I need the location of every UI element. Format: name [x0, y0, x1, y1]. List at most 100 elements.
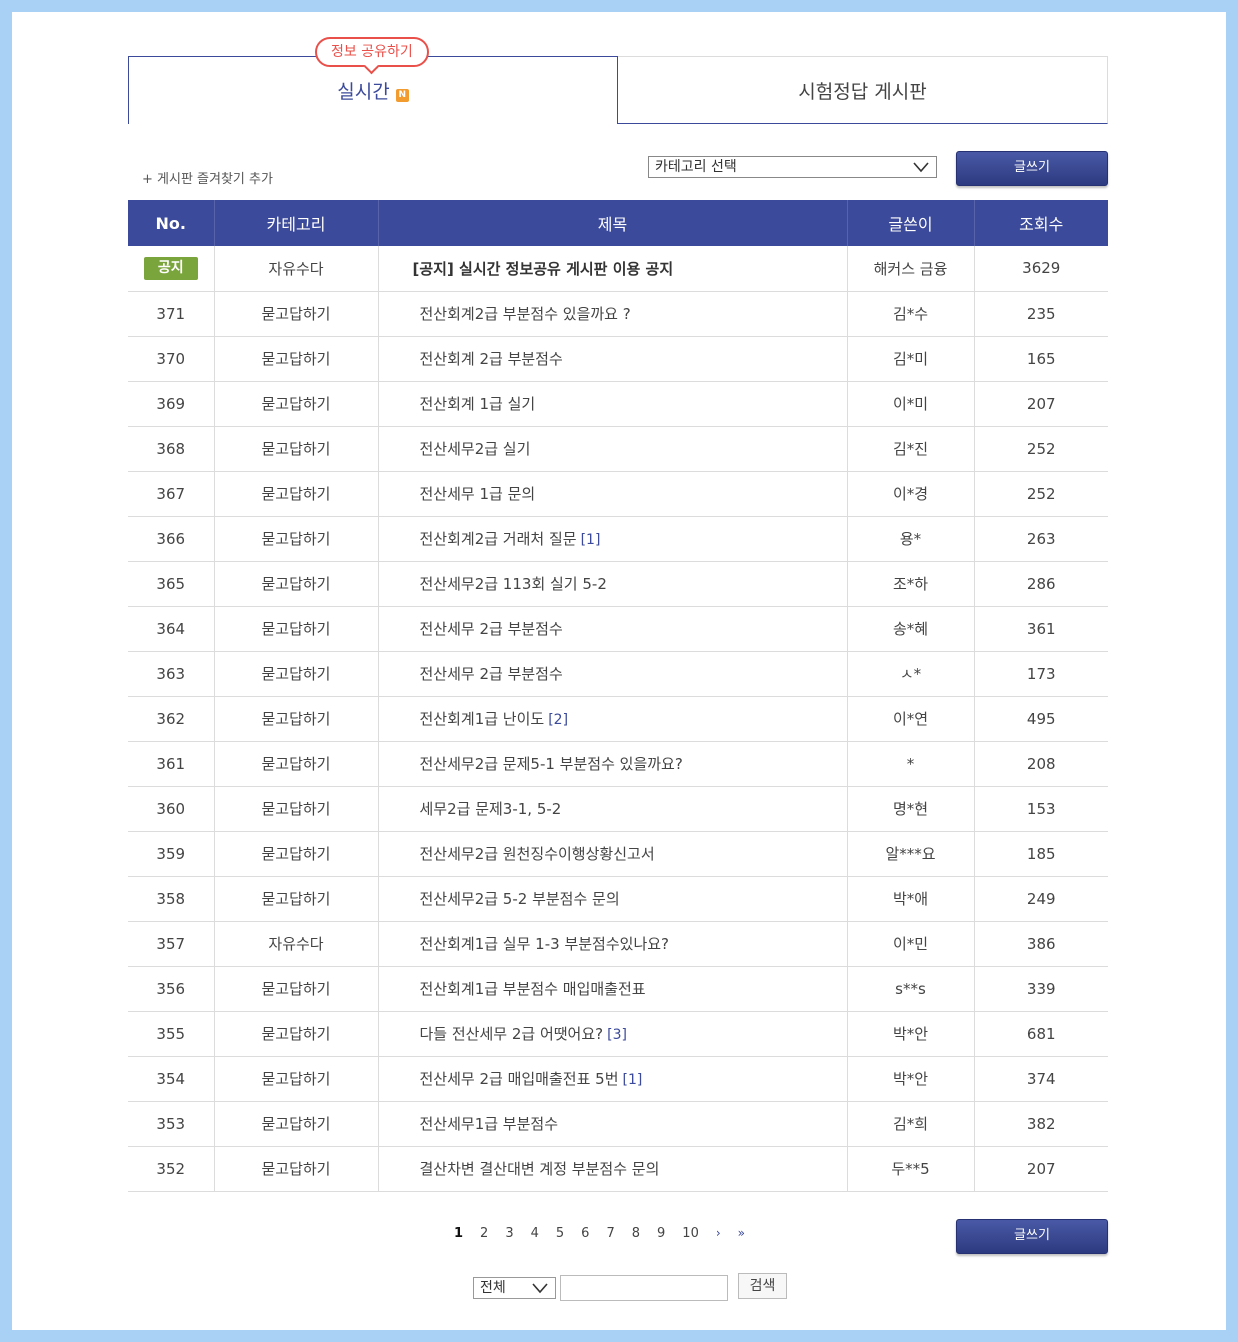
row-no: 368 [128, 426, 214, 472]
row-title-link[interactable]: 전산세무2급 113회 실기 5-2 [377, 561, 847, 607]
row-views: 252 [973, 426, 1108, 472]
table-row[interactable]: 370 묻고답하기 전산회계 2급 부분점수 김*미 165 [128, 336, 1108, 382]
table-row[interactable]: 354 묻고답하기 전산세무 2급 매입매출전표 5번 [1] 박*안 374 [128, 1056, 1108, 1102]
table-row[interactable]: 369 묻고답하기 전산회계 1급 실기 이*미 207 [128, 381, 1108, 427]
row-no: 365 [128, 561, 214, 607]
row-title-link[interactable]: 전산회계1급 난이도 [2] [377, 696, 847, 742]
tab-exam-answers[interactable]: 시험정답 게시판 [618, 56, 1108, 124]
row-category: 묻고답하기 [213, 831, 378, 877]
pagination: 1 2 3 4 5 6 7 8 9 10 › » [454, 1226, 762, 1241]
search-scope-select[interactable]: 전체 [473, 1277, 556, 1299]
row-views: 173 [973, 651, 1108, 697]
row-title-link[interactable]: 전산회계1급 실무 1-3 부분점수있나요? [377, 921, 847, 967]
table-row[interactable]: 359 묻고답하기 전산세무2급 원천징수이행상황신고서 알***요 185 [128, 831, 1108, 877]
table-row[interactable]: 367 묻고답하기 전산세무 1급 문의 이*경 252 [128, 471, 1108, 517]
row-author: 용* [846, 516, 974, 562]
tab-realtime[interactable]: 실시간 N 정보 공유하기 [128, 37, 618, 124]
table-row[interactable]: 368 묻고답하기 전산세무2급 실기 김*진 252 [128, 426, 1108, 472]
row-views: 165 [973, 336, 1108, 382]
reply-count: [1] [580, 532, 601, 548]
next-page-icon[interactable]: › [716, 1226, 721, 1240]
new-badge: N [395, 89, 409, 102]
row-title-text: 전산세무2급 문제5-1 부분점수 있을까요? [419, 755, 683, 773]
row-title-link[interactable]: 전산회계 1급 실기 [377, 381, 847, 427]
page-link[interactable]: 3 [505, 1226, 513, 1241]
row-category: 묻고답하기 [213, 786, 378, 832]
row-title-link[interactable]: 전산세무 1급 문의 [377, 471, 847, 517]
row-title-link[interactable]: 전산세무 2급 부분점수 [377, 651, 847, 697]
reply-count: [3] [607, 1027, 627, 1043]
row-title-link[interactable]: 전산회계2급 부분점수 있을까요 ? [377, 291, 847, 337]
row-author: 박*안 [846, 1056, 974, 1102]
board-tabs: 실시간 N 정보 공유하기 시험정답 게시판 [128, 37, 1108, 124]
row-no: 354 [128, 1056, 214, 1102]
row-author: 이*경 [846, 471, 974, 517]
row-title-text: 전산세무1급 부분점수 [419, 1115, 559, 1133]
write-button-bottom[interactable]: 글쓰기 [956, 1219, 1108, 1254]
row-no: 361 [128, 741, 214, 787]
page-link[interactable]: 2 [480, 1226, 488, 1241]
row-author: 알***요 [846, 831, 974, 877]
tab-realtime-label: 실시간 [337, 81, 390, 103]
add-favorite-link[interactable]: + 게시판 즐겨찾기 추가 [142, 168, 273, 187]
row-views: 339 [973, 966, 1108, 1012]
row-title-link[interactable]: 전산세무 2급 매입매출전표 5번 [1] [377, 1056, 847, 1102]
table-row[interactable]: 371 묻고답하기 전산회계2급 부분점수 있을까요 ? 김*수 235 [128, 291, 1108, 337]
row-title-link[interactable]: 전산회계1급 부분점수 매입매출전표 [377, 966, 847, 1012]
row-title-link[interactable]: 전산세무 2급 부분점수 [377, 606, 847, 652]
page-link[interactable]: 9 [657, 1226, 665, 1241]
category-select[interactable]: 카테고리 선택 [648, 156, 937, 178]
page-link[interactable]: 4 [531, 1226, 539, 1241]
page-link[interactable]: 1 [454, 1226, 463, 1241]
search-button[interactable]: 검색 [738, 1273, 787, 1299]
row-category: 묻고답하기 [213, 381, 378, 427]
table-row[interactable]: 358 묻고답하기 전산세무2급 5-2 부분점수 문의 박*애 249 [128, 876, 1108, 922]
write-button-top[interactable]: 글쓰기 [956, 151, 1108, 186]
table-row[interactable]: 360 묻고답하기 세무2급 문제3-1, 5-2 명*현 153 [128, 786, 1108, 832]
notice-title-link[interactable]: [공지] 실시간 정보공유 게시판 이용 공지 [377, 246, 847, 292]
table-row[interactable]: 364 묻고답하기 전산세무 2급 부분점수 송*혜 361 [128, 606, 1108, 652]
table-row[interactable]: 363 묻고답하기 전산세무 2급 부분점수 ㅅ* 173 [128, 651, 1108, 697]
row-title-link[interactable]: 전산세무1급 부분점수 [377, 1101, 847, 1147]
row-title-link[interactable]: 전산세무2급 실기 [377, 426, 847, 472]
page-link[interactable]: 10 [682, 1226, 699, 1241]
reply-count: [2] [548, 712, 569, 728]
last-page-icon[interactable]: » [738, 1226, 745, 1240]
table-row[interactable]: 365 묻고답하기 전산세무2급 113회 실기 5-2 조*하 286 [128, 561, 1108, 607]
row-title-link[interactable]: 전산회계2급 거래처 질문 [1] [377, 516, 847, 562]
row-views: 286 [973, 561, 1108, 607]
page-link[interactable]: 5 [556, 1226, 564, 1241]
row-title-link[interactable]: 결산차변 결산대변 계정 부분점수 문의 [377, 1146, 847, 1192]
page-link[interactable]: 8 [632, 1226, 640, 1241]
row-views: 252 [973, 471, 1108, 517]
row-title-text: 결산차변 결산대변 계정 부분점수 문의 [419, 1160, 660, 1178]
table-row[interactable]: 357 자유수다 전산회계1급 실무 1-3 부분점수있나요? 이*민 386 [128, 921, 1108, 967]
table-row[interactable]: 361 묻고답하기 전산세무2급 문제5-1 부분점수 있을까요? * 208 [128, 741, 1108, 787]
row-views: 185 [973, 831, 1108, 877]
row-title-text: 전산세무2급 5-2 부분점수 문의 [419, 890, 620, 908]
table-row[interactable]: 355 묻고답하기 다들 전산세무 2급 어땟어요? [3] 박*안 681 [128, 1011, 1108, 1057]
row-title-link[interactable]: 전산회계 2급 부분점수 [377, 336, 847, 382]
row-no: 359 [128, 831, 214, 877]
row-author: 박*안 [846, 1011, 974, 1057]
row-title-link[interactable]: 전산세무2급 원천징수이행상황신고서 [377, 831, 847, 877]
row-title-link[interactable]: 다들 전산세무 2급 어땟어요? [3] [377, 1011, 847, 1057]
header-no: No. [128, 200, 214, 246]
search-input[interactable] [560, 1275, 728, 1301]
row-author: 박*애 [846, 876, 974, 922]
row-title-link[interactable]: 전산세무2급 문제5-1 부분점수 있을까요? [377, 741, 847, 787]
notice-row[interactable]: 공지 자유수다 [공지] 실시간 정보공유 게시판 이용 공지 해커스 금융 3… [128, 246, 1108, 292]
table-row[interactable]: 362 묻고답하기 전산회계1급 난이도 [2] 이*연 495 [128, 696, 1108, 742]
row-title-link[interactable]: 전산세무2급 5-2 부분점수 문의 [377, 876, 847, 922]
row-title-text: 전산회계1급 부분점수 매입매출전표 [419, 980, 646, 998]
row-no: 366 [128, 516, 214, 562]
table-row[interactable]: 353 묻고답하기 전산세무1급 부분점수 김*희 382 [128, 1101, 1108, 1147]
row-author: 이*연 [846, 696, 974, 742]
table-row[interactable]: 352 묻고답하기 결산차변 결산대변 계정 부분점수 문의 두**5 207 [128, 1146, 1108, 1192]
table-row[interactable]: 366 묻고답하기 전산회계2급 거래처 질문 [1] 용* 263 [128, 516, 1108, 562]
row-author: * [846, 741, 974, 787]
row-title-link[interactable]: 세무2급 문제3-1, 5-2 [377, 786, 847, 832]
page-link[interactable]: 6 [581, 1226, 589, 1241]
page-link[interactable]: 7 [606, 1226, 614, 1241]
table-row[interactable]: 356 묻고답하기 전산회계1급 부분점수 매입매출전표 s**s 339 [128, 966, 1108, 1012]
